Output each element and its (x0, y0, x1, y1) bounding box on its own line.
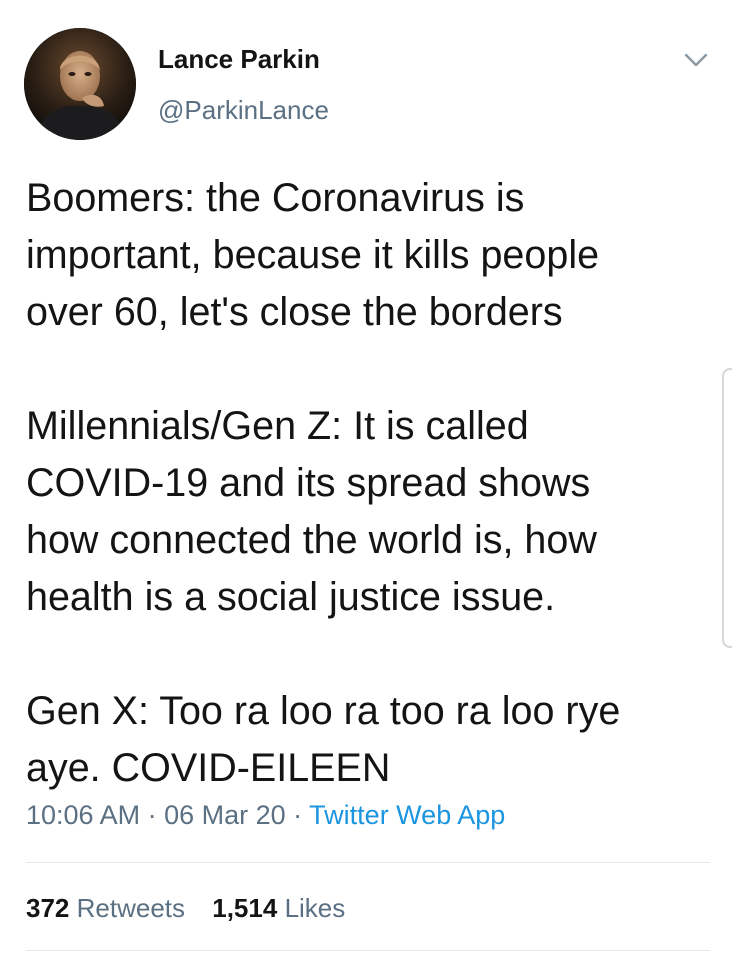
tweet-paragraph-millennials: Millennials/Gen Z: It is called COVID-19… (26, 404, 597, 619)
tweet-text: Boomers: the Coronavirus is important, b… (26, 170, 716, 797)
divider (26, 862, 710, 863)
tweet-source-link[interactable]: Twitter Web App (309, 800, 505, 830)
tweet-time[interactable]: 10:06 AM (26, 800, 140, 830)
avatar[interactable] (24, 28, 136, 140)
likes-count: 1,514 (212, 893, 278, 923)
meta-separator: · (285, 800, 310, 830)
retweets-label: Retweets (76, 893, 186, 923)
tweet-date[interactable]: 06 Mar 20 (164, 800, 286, 830)
tweet-card: Lance Parkin @ParkinLance Boomers: the C… (0, 0, 732, 960)
likes-stat[interactable]: 1,514 Likes (212, 893, 345, 924)
author-handle[interactable]: @ParkinLance (158, 95, 329, 126)
tweet-paragraph-genx: Gen X: Too ra loo ra too ra loo rye aye.… (26, 689, 621, 790)
likes-label: Likes (284, 893, 346, 923)
user-avatar-icon (24, 28, 136, 140)
tweet-metadata: 10:06 AM · 06 Mar 20 · Twitter Web App (26, 800, 505, 831)
meta-separator: · (140, 800, 165, 830)
chevron-down-icon[interactable] (682, 50, 710, 70)
tweet-paragraph-boomers: Boomers: the Coronavirus is important, b… (26, 176, 600, 334)
divider (26, 950, 710, 951)
scrollbar[interactable] (722, 368, 732, 648)
retweets-stat[interactable]: 372 Retweets (26, 893, 185, 924)
tweet-stats: 372 Retweets 1,514 Likes (26, 893, 365, 924)
author-display-name[interactable]: Lance Parkin (158, 44, 320, 75)
retweets-count: 372 (26, 893, 70, 923)
